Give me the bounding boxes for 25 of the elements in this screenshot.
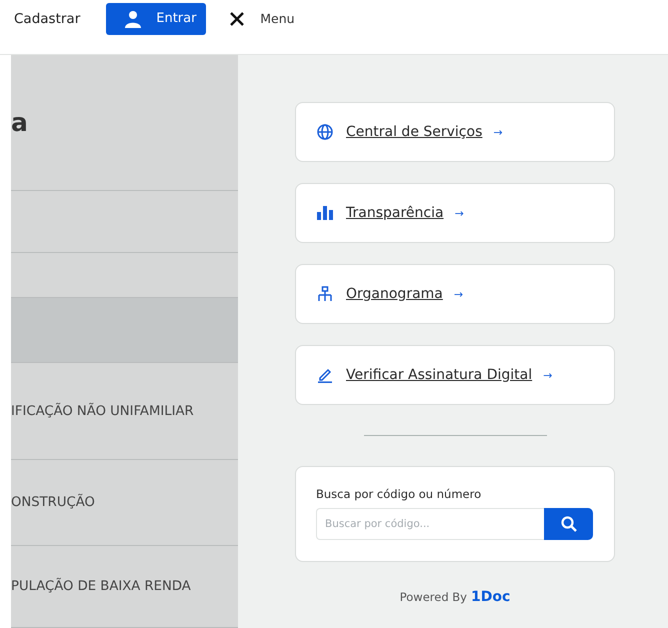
search-icon <box>560 516 576 532</box>
link-card[interactable]: Organograma → <box>295 264 615 324</box>
brand-logo: 1Doc <box>470 589 510 605</box>
arrow-icon: → <box>543 368 552 382</box>
link-card[interactable]: Transparência → <box>295 183 615 243</box>
search-field[interactable]: Buscar por código... <box>316 508 544 540</box>
pencil-icon <box>317 367 333 383</box>
menu-link[interactable]: Menu <box>260 11 295 26</box>
link-card[interactable]: Central de Serviços → <box>295 102 615 162</box>
signup-link[interactable]: Cadastrar <box>14 10 80 26</box>
close-icon[interactable] <box>230 12 244 26</box>
arrow-icon: → <box>454 288 464 300</box>
hierarchy-icon <box>317 286 333 302</box>
arrow-icon: → <box>493 126 503 138</box>
globe-icon <box>317 124 333 140</box>
login-button[interactable]: Entrar <box>106 2 206 34</box>
powered-by-text: Powered By <box>400 590 467 604</box>
search-label: Busca por código ou número <box>316 487 482 501</box>
search-button[interactable] <box>544 508 593 540</box>
user-icon <box>124 10 142 28</box>
arrow-icon: → <box>454 206 464 220</box>
panel-row[interactable] <box>11 298 238 363</box>
bar-chart-icon <box>317 206 333 220</box>
link-card[interactable]: Verificar Assinatura Digital → <box>295 345 615 405</box>
panel-heading: a <box>11 108 28 137</box>
